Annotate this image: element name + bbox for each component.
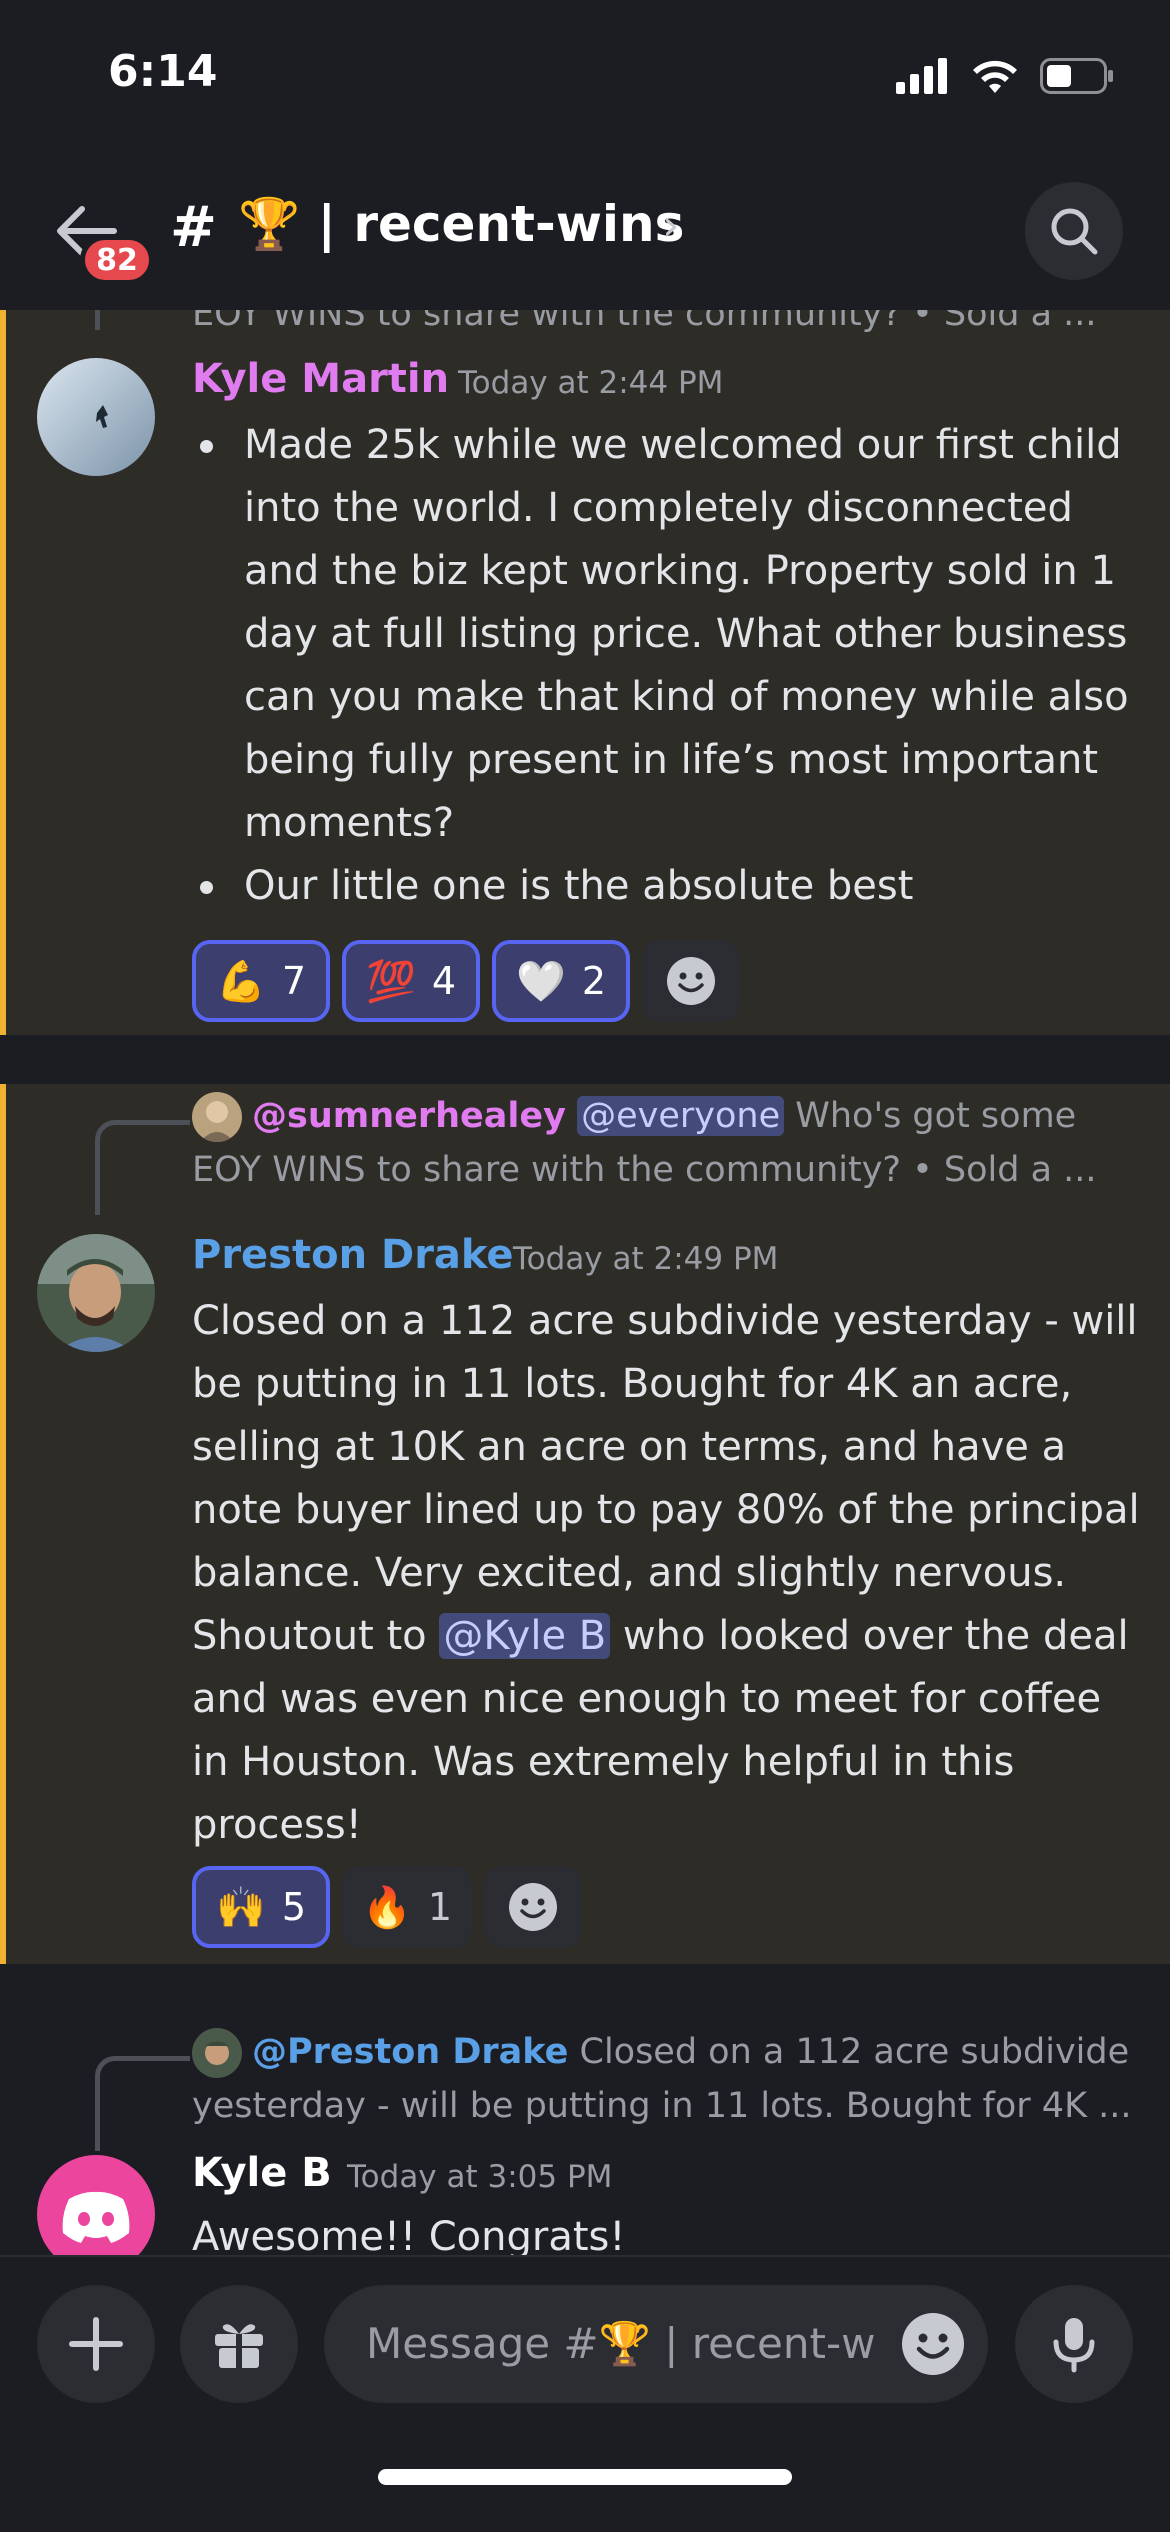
voice-message-button[interactable] xyxy=(1015,2285,1133,2403)
reply-preview[interactable]: @sumnerhealey @everyone Who's got some xyxy=(192,1090,1142,1142)
reaction-count: 4 xyxy=(431,959,456,1003)
reply-preview[interactable]: EOY WINS to share with the community? • … xyxy=(192,310,1142,340)
microphone-icon xyxy=(1053,2318,1095,2373)
reply-connector xyxy=(95,310,190,330)
message-kyle-b[interactable]: @Preston Drake Closed on a 112 acre subd… xyxy=(0,2010,1170,2255)
channel-name[interactable]: 🏆 | recent-wins xyxy=(238,195,684,254)
reaction-heart[interactable]: 🤍 2 xyxy=(492,940,630,1022)
timestamp: Today at 2:49 PM xyxy=(513,1241,779,1277)
add-reaction-button[interactable] xyxy=(642,940,740,1022)
message-content: Closed on a 112 acre subdivide yesterday… xyxy=(192,1290,1142,1857)
plus-icon xyxy=(69,2317,123,2371)
user-mention[interactable]: @Kyle B xyxy=(439,1613,611,1659)
reply-text-line-2[interactable]: EOY WINS to share with the community? • … xyxy=(192,1144,1142,1196)
search-icon xyxy=(1051,208,1098,255)
channel-hash-icon: # xyxy=(170,195,217,260)
search-button[interactable] xyxy=(1025,182,1123,280)
cellular-signal-icon xyxy=(896,58,947,94)
reply-connector xyxy=(95,2056,190,2151)
status-time: 6:14 xyxy=(108,46,218,97)
discord-logo-icon xyxy=(62,2191,130,2243)
reaction-count: 1 xyxy=(427,1885,452,1929)
avatar-image xyxy=(37,1234,155,1352)
status-bar: 6:14 xyxy=(0,0,1170,150)
everyone-mention: @everyone xyxy=(577,1096,785,1136)
username[interactable]: Kyle B xyxy=(192,2150,332,2196)
smiley-icon xyxy=(667,957,715,1005)
reply-connector xyxy=(95,1120,190,1215)
reaction-count: 7 xyxy=(281,959,306,1003)
chevron-right-icon[interactable]: › xyxy=(662,200,680,251)
reactions-bar: 🙌 5 🔥 1 xyxy=(192,1866,582,1948)
avatar[interactable] xyxy=(37,1234,155,1352)
message-preston-drake[interactable]: @sumnerhealey @everyone Who's got some E… xyxy=(0,1084,1170,1964)
message-input[interactable]: Message #🏆 | recent-wins xyxy=(324,2285,988,2403)
reply-text-line-2[interactable]: yesterday - will be putting in 11 lots. … xyxy=(192,2080,1142,2132)
add-attachment-button[interactable] xyxy=(37,2285,155,2403)
reply-text: Closed on a 112 acre subdivide xyxy=(568,2032,1130,2072)
reply-username[interactable]: @sumnerhealey xyxy=(252,1096,566,1136)
hundred-points-icon: 💯 xyxy=(366,958,416,1005)
reaction-count: 2 xyxy=(581,959,606,1003)
gift-button[interactable] xyxy=(180,2285,298,2403)
channel-header: 82 # 🏆 | recent-wins › xyxy=(0,150,1170,310)
unread-badge: 82 xyxy=(80,235,154,285)
list-item: Our little one is the absolute best xyxy=(192,855,1142,918)
smiley-icon xyxy=(509,1883,557,1931)
username[interactable]: Preston Drake xyxy=(192,1232,514,1278)
message-kyle-martin[interactable]: EOY WINS to share with the community? • … xyxy=(0,310,1170,1035)
battery-icon xyxy=(1040,58,1113,94)
message-list[interactable]: EOY WINS to share with the community? • … xyxy=(0,310,1170,2255)
add-reaction-button[interactable] xyxy=(484,1866,582,1948)
wifi-icon xyxy=(973,60,1017,93)
message-text: Closed on a 112 acre subdivide yesterday… xyxy=(192,1298,1140,1659)
reply-preview[interactable]: @Preston Drake Closed on a 112 acre subd… xyxy=(192,2026,1142,2078)
avatar[interactable] xyxy=(37,358,155,476)
message-placeholder: Message #🏆 | recent-wins xyxy=(366,2319,876,2368)
status-icons xyxy=(896,56,1114,96)
home-indicator[interactable] xyxy=(378,2469,792,2485)
reply-username[interactable]: @Preston Drake xyxy=(252,2032,568,2072)
timestamp: Today at 3:05 PM xyxy=(347,2159,613,2195)
reaction-hundred-points[interactable]: 💯 4 xyxy=(342,940,480,1022)
heart-icon: 🤍 xyxy=(516,958,566,1005)
reactions-bar: 💪 7 💯 4 🤍 2 xyxy=(192,940,740,1022)
timestamp: Today at 2:44 PM xyxy=(458,365,724,401)
reaction-flexed-biceps[interactable]: 💪 7 xyxy=(192,940,330,1022)
gift-icon xyxy=(215,2324,263,2368)
raising-hands-icon: 🙌 xyxy=(216,1884,266,1931)
reaction-fire[interactable]: 🔥 1 xyxy=(342,1866,472,1948)
emoji-picker-icon[interactable] xyxy=(900,2311,966,2377)
message-content: Awesome!! Congrats! xyxy=(192,2214,626,2255)
reply-avatar xyxy=(192,2028,242,2078)
avatar[interactable] xyxy=(37,2155,155,2255)
message-content: Made 25k while we welcomed our first chi… xyxy=(192,414,1142,918)
reaction-raising-hands[interactable]: 🙌 5 xyxy=(192,1866,330,1948)
reaction-count: 5 xyxy=(281,1885,306,1929)
flexed-biceps-icon: 💪 xyxy=(216,958,266,1005)
reply-avatar xyxy=(192,1092,242,1142)
reply-text: Who's got some xyxy=(784,1096,1077,1136)
message-composer: Message #🏆 | recent-wins xyxy=(0,2255,1170,2532)
list-item: Made 25k while we welcomed our first chi… xyxy=(192,414,1142,855)
avatar-image xyxy=(37,358,155,476)
username[interactable]: Kyle Martin xyxy=(192,356,449,402)
fire-icon: 🔥 xyxy=(362,1884,412,1931)
